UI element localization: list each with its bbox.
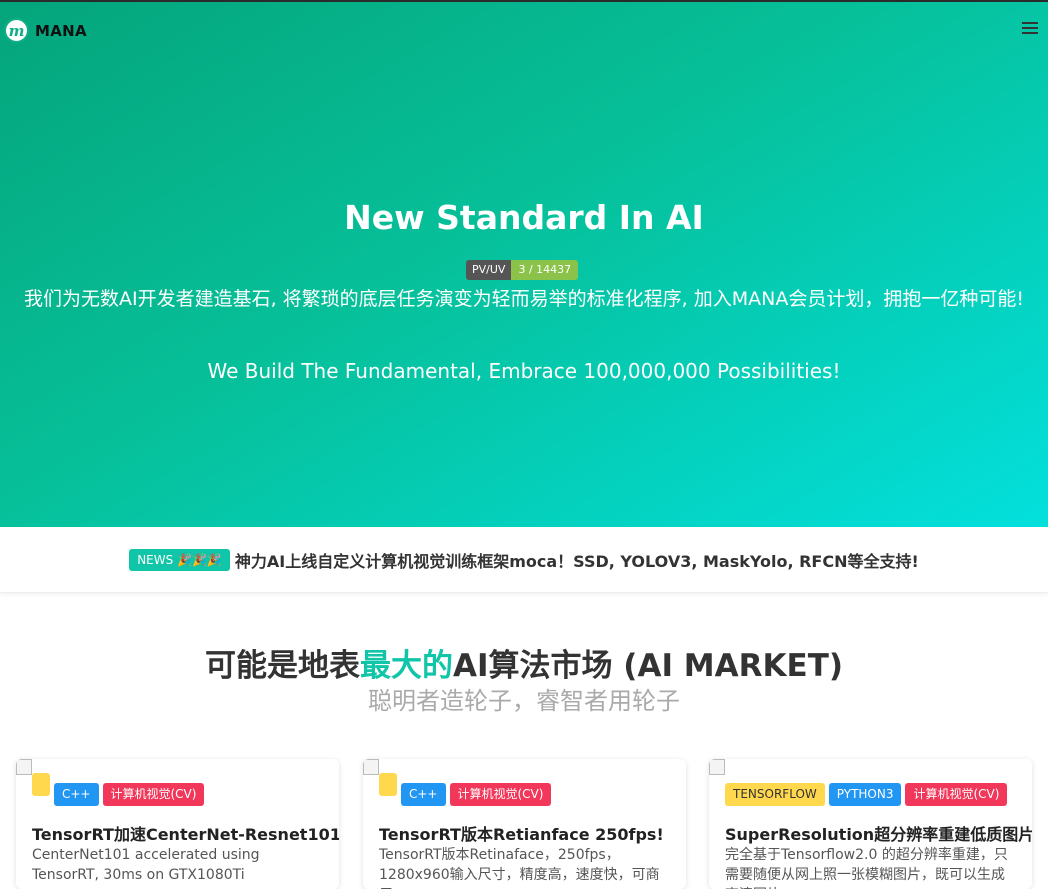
card-tags: TENSORFLOW PYTHON3 计算机视觉(CV) [725,783,1011,806]
broken-image-icon [709,759,725,775]
hero-banner: m MANA New Standard In AI PV/UV 3 / 1443… [0,2,1048,527]
pv-uv-label: PV/UV [466,260,512,280]
news-text[interactable]: 神力AI上线自定义计算机视觉训练框架moca！SSD, YOLOV3, Mask… [235,548,919,572]
tag-empty [32,773,50,796]
card-description: CenterNet101 accelerated using TensorRT,… [32,847,260,883]
market-title: 可能是地表最大的AI算法市场 (AI MARKET) [0,640,1048,685]
card-title[interactable]: TensorRT版本Retianface 250fps! [379,821,664,845]
hero-subtitle-cn: 我们为无数AI开发者建造基石, 将繁琐的底层任务演变为轻而易举的标准化程序, 加… [24,288,1024,310]
tag-category[interactable]: 计算机视觉(CV) [905,783,1008,806]
tag-category[interactable]: 计算机视觉(CV) [449,783,552,806]
news-bar[interactable]: NEWS 🎉🎉🎉 神力AI上线自定义计算机视觉训练框架moca！SSD, YOL… [0,527,1048,593]
tag-language[interactable]: C++ [401,783,446,806]
market-title-pre: 可能是地表 [204,648,360,684]
card-tags: C++ 计算机视觉(CV) [379,773,555,806]
tag-category[interactable]: 计算机视觉(CV) [102,783,205,806]
hero-subtitle-en: We Build The Fundamental, Embrace 100,00… [207,359,841,383]
card-description: TensorRT版本Retinaface，250fps，1280x960输入尺寸… [379,847,660,889]
market-title-post: AI算法市场 (AI MARKET) [452,648,844,684]
logo[interactable]: m MANA [4,18,87,43]
tag-language[interactable]: C++ [54,783,99,806]
market-subtitle: 聪明者造轮子，睿智者用轮子 [368,687,680,715]
card-title[interactable]: TensorRT加速CenterNet-Resnet101 [32,821,339,845]
market-title-highlight: 最大的 [359,648,453,684]
card-tags: C++ 计算机视觉(CV) [32,773,208,806]
brand-name: MANA [35,21,87,40]
broken-image-icon [363,759,379,775]
broken-image-icon [16,759,32,775]
tag-framework[interactable]: TENSORFLOW [725,783,825,806]
card-title[interactable]: SuperResolution超分辨率重建低质图片 [725,821,1032,845]
card-description: 完全基于Tensorflow2.0 的超分辨率重建，只需要随便从网上照一张模糊图… [725,847,1008,889]
tag-empty [379,773,397,796]
mana-logo-icon: m [4,18,29,43]
news-badge: NEWS 🎉🎉🎉 [129,548,230,571]
hamburger-icon[interactable] [1022,22,1038,36]
pv-uv-badge: PV/UV 3 / 14437 [466,260,579,280]
tag-language[interactable]: PYTHON3 [828,783,902,806]
pv-uv-value: 3 / 14437 [511,260,579,280]
hero-title: New Standard In AI [344,198,704,237]
